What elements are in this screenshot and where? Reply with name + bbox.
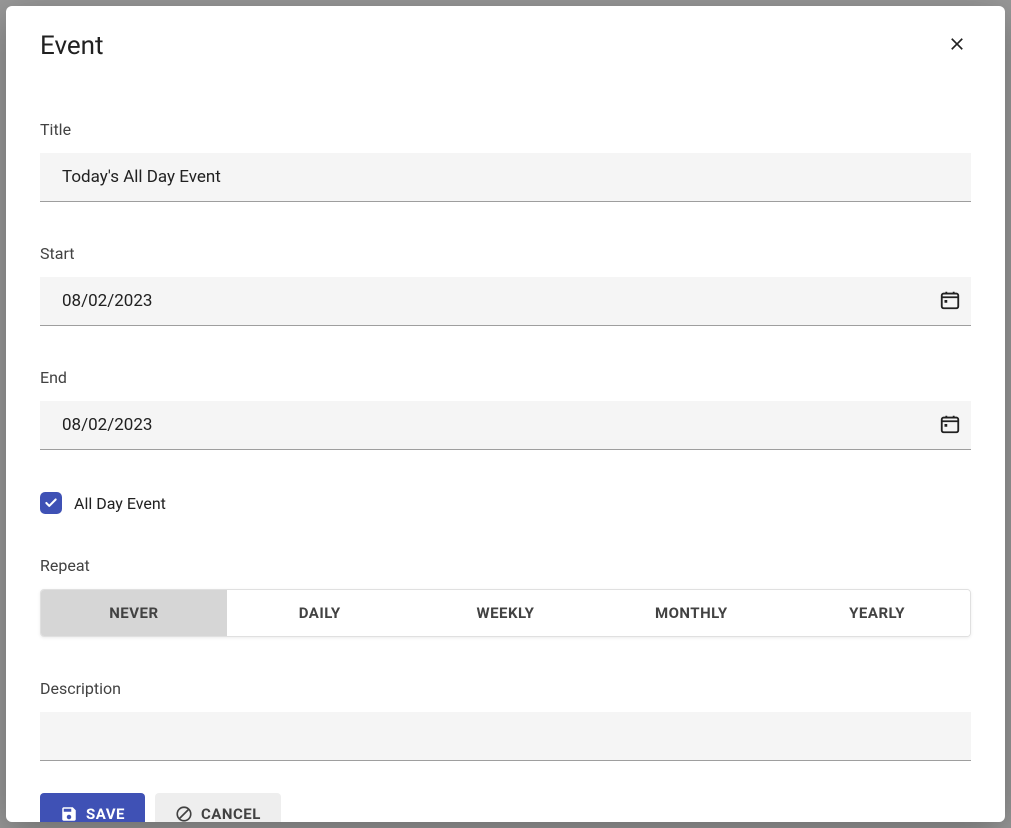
close-icon: [947, 34, 967, 54]
all-day-label[interactable]: All Day Event: [74, 494, 166, 513]
modal-header: Event: [40, 30, 971, 62]
description-field-group: Description: [40, 679, 971, 761]
repeat-segmented-control: NEVER DAILY WEEKLY MONTHLY YEARLY: [40, 589, 971, 637]
check-icon: [44, 496, 58, 510]
save-button[interactable]: SAVE: [40, 793, 145, 822]
repeat-option-daily[interactable]: DAILY: [227, 590, 413, 636]
repeat-option-yearly[interactable]: YEARLY: [784, 590, 970, 636]
end-label: End: [40, 368, 971, 387]
cancel-icon: [175, 805, 193, 822]
start-field-group: Start: [40, 244, 971, 326]
end-date-wrapper: [40, 401, 971, 450]
title-input[interactable]: [40, 153, 971, 202]
calendar-icon[interactable]: [939, 413, 961, 439]
modal-title: Event: [40, 31, 104, 61]
all-day-checkbox[interactable]: [40, 492, 62, 514]
repeat-option-never[interactable]: NEVER: [41, 590, 227, 636]
repeat-field-group: Repeat NEVER DAILY WEEKLY MONTHLY YEARLY: [40, 556, 971, 637]
close-button[interactable]: [943, 30, 971, 62]
repeat-option-weekly[interactable]: WEEKLY: [413, 590, 599, 636]
title-label: Title: [40, 120, 971, 139]
repeat-option-monthly[interactable]: MONTHLY: [598, 590, 784, 636]
end-field-group: End: [40, 368, 971, 450]
calendar-icon[interactable]: [939, 289, 961, 315]
all-day-checkbox-group: All Day Event: [40, 492, 971, 514]
cancel-button[interactable]: CANCEL: [155, 793, 281, 822]
cancel-button-label: CANCEL: [201, 805, 261, 822]
description-label: Description: [40, 679, 971, 698]
repeat-label: Repeat: [40, 556, 971, 575]
end-date-input[interactable]: [40, 401, 971, 450]
title-field-group: Title: [40, 120, 971, 202]
save-icon: [60, 805, 78, 822]
event-modal: Event Title Start End: [6, 6, 1005, 822]
button-row: SAVE CANCEL: [40, 793, 971, 822]
start-date-wrapper: [40, 277, 971, 326]
description-input[interactable]: [40, 712, 971, 761]
save-button-label: SAVE: [86, 805, 125, 822]
start-date-input[interactable]: [40, 277, 971, 326]
start-label: Start: [40, 244, 971, 263]
